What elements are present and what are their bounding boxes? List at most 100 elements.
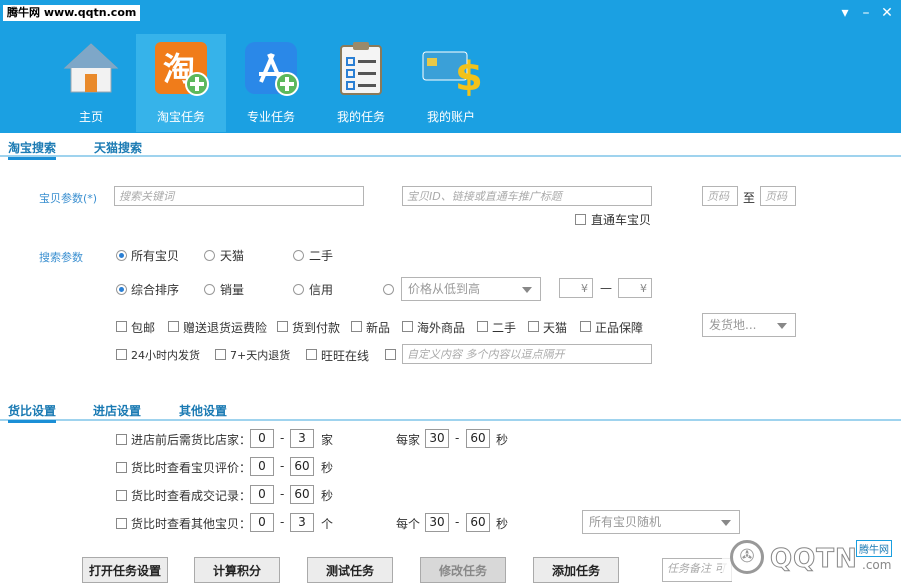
filter-label: 赠送退货运费险	[183, 321, 268, 335]
calc-points-button[interactable]: 计算积分	[194, 557, 280, 583]
compare-checkbox[interactable]	[116, 462, 127, 473]
item-id-input[interactable]: 宝贝ID、链接或直通车推广标题	[402, 186, 652, 206]
nav-pro-label: 专业任务	[246, 110, 295, 124]
ztc-label: 直通车宝贝	[591, 213, 652, 227]
ztc-checkbox[interactable]	[575, 214, 586, 225]
tab-shop-settings[interactable]: 进店设置	[93, 402, 141, 419]
filter-label: 包邮	[131, 321, 156, 335]
radio-sort-sales[interactable]	[204, 284, 215, 295]
test-task-button[interactable]: 测试任务	[307, 557, 393, 583]
filter-label: 新品	[366, 321, 391, 335]
compare-checkbox[interactable]	[116, 490, 127, 501]
filter-label: 天猫	[543, 321, 568, 335]
add-task-button[interactable]: 添加任务	[533, 557, 619, 583]
compare-max-input[interactable]: 60	[290, 485, 314, 504]
compare-unit: 秒	[321, 461, 334, 475]
filter-checkbox[interactable]	[306, 349, 317, 360]
item-params-label: 宝贝参数(*)	[39, 192, 98, 205]
compare-label: 进店前后需货比店家：	[131, 433, 252, 447]
page-to-input[interactable]: 页码	[760, 186, 796, 206]
per-shop-unit: 秒	[496, 433, 509, 447]
compare-max-input[interactable]: 60	[290, 457, 314, 476]
edit-task-button[interactable]: 修改任务	[420, 557, 506, 583]
close-button[interactable]: ✕	[878, 4, 896, 22]
nav-my-tasks[interactable]: 我的任务	[316, 34, 406, 132]
per-item-max-input[interactable]: 60	[466, 513, 490, 532]
price-sort-select[interactable]: 价格从低到高	[401, 277, 541, 301]
chevron-down-icon	[522, 287, 532, 293]
filter-label: 货到付款	[292, 321, 341, 335]
search-tabs: 淘宝搜索 天猫搜索	[0, 137, 901, 160]
radio-sort-sales-label: 销量	[220, 283, 245, 297]
filter-checkbox[interactable]	[215, 349, 226, 360]
tab-compare-settings[interactable]: 货比设置	[8, 402, 57, 423]
filter-checkbox[interactable]	[528, 321, 539, 332]
compare-unit: 家	[321, 433, 334, 447]
compare-unit: 秒	[321, 489, 334, 503]
ship-location-select[interactable]: 发货地...	[702, 313, 796, 337]
compare-checkbox[interactable]	[116, 434, 127, 445]
per-item-unit: 秒	[496, 517, 509, 531]
filter-label: 7+天内退货	[230, 349, 291, 362]
compare-label: 货比时查看其他宝贝：	[131, 517, 252, 531]
compare-min-input[interactable]: 0	[250, 485, 274, 504]
chevron-down-icon	[777, 323, 787, 329]
filter-label: 旺旺在线	[321, 349, 370, 363]
per-item-min-input[interactable]: 30	[425, 513, 449, 532]
range-sep: -	[280, 515, 285, 529]
clipboard-checklist-icon	[340, 42, 382, 95]
compare-min-input[interactable]: 0	[250, 513, 274, 532]
radio-sort-price[interactable]	[383, 284, 394, 295]
filter-checkbox[interactable]	[277, 321, 288, 332]
per-shop-label: 每家	[396, 433, 421, 447]
open-task-settings-button[interactable]: 打开任务设置	[82, 557, 168, 583]
per-shop-max-input[interactable]: 60	[466, 429, 490, 448]
page-from-input[interactable]: 页码	[702, 186, 738, 206]
custom-filter-checkbox[interactable]	[385, 349, 396, 360]
filter-label: 24小时内发货	[131, 349, 200, 362]
filter-checkbox[interactable]	[477, 321, 488, 332]
tab-tmall-search[interactable]: 天猫搜索	[94, 139, 142, 156]
random-item-select[interactable]: 所有宝贝随机	[582, 510, 740, 534]
range-sep: -	[455, 431, 460, 445]
keyword-input[interactable]: 搜索关键词	[114, 186, 364, 206]
price-range-dash: —	[600, 281, 612, 295]
compare-min-input[interactable]: 0	[250, 429, 274, 448]
filter-checkbox[interactable]	[116, 321, 127, 332]
to-label: 至	[743, 191, 756, 205]
app-header: 腾牛网 www.qqtn.com ▾ – ✕ 主页 淘 淘宝任务 专业任务 我的…	[0, 0, 901, 133]
nav-home-label: 主页	[78, 110, 103, 124]
tab-taobao-search[interactable]: 淘宝搜索	[8, 139, 57, 160]
per-shop-min-input[interactable]: 30	[425, 429, 449, 448]
filter-checkbox[interactable]	[116, 349, 127, 360]
range-sep: -	[455, 515, 460, 529]
minimize-button[interactable]: –	[857, 4, 875, 22]
radio-sort-default[interactable]	[116, 284, 127, 295]
custom-content-input[interactable]: 自定义内容 多个内容以逗点隔开	[402, 344, 652, 364]
menu-dropdown-icon[interactable]: ▾	[836, 4, 854, 22]
nav-my-account[interactable]: $ 我的账户	[406, 34, 496, 132]
radio-all-items[interactable]	[116, 250, 127, 261]
taobao-add-icon: 淘	[155, 42, 209, 96]
filter-checkbox[interactable]	[402, 321, 413, 332]
compare-max-input[interactable]: 3	[290, 513, 314, 532]
nav-taobao-task[interactable]: 淘 淘宝任务	[136, 34, 226, 132]
tab-other-settings[interactable]: 其他设置	[179, 402, 227, 419]
radio-sort-credit[interactable]	[293, 284, 304, 295]
compare-checkbox[interactable]	[116, 518, 127, 529]
watermark-bottom: ✇ QQTN .com 腾牛网	[722, 538, 901, 581]
nav-pro-task[interactable]: 专业任务	[226, 34, 316, 132]
radio-secondhand[interactable]	[293, 250, 304, 261]
search-params-label: 搜索参数	[39, 251, 83, 264]
compare-max-input[interactable]: 3	[290, 429, 314, 448]
radio-tmall[interactable]	[204, 250, 215, 261]
compare-min-input[interactable]: 0	[250, 457, 274, 476]
filter-checkbox[interactable]	[168, 321, 179, 332]
filter-checkbox[interactable]	[580, 321, 591, 332]
price-min-input[interactable]: ¥	[559, 278, 593, 298]
watermark-suffix: .com	[862, 558, 892, 572]
price-max-input[interactable]: ¥	[618, 278, 652, 298]
filter-checkbox[interactable]	[351, 321, 362, 332]
nav-home[interactable]: 主页	[46, 34, 136, 132]
range-sep: -	[280, 431, 285, 445]
